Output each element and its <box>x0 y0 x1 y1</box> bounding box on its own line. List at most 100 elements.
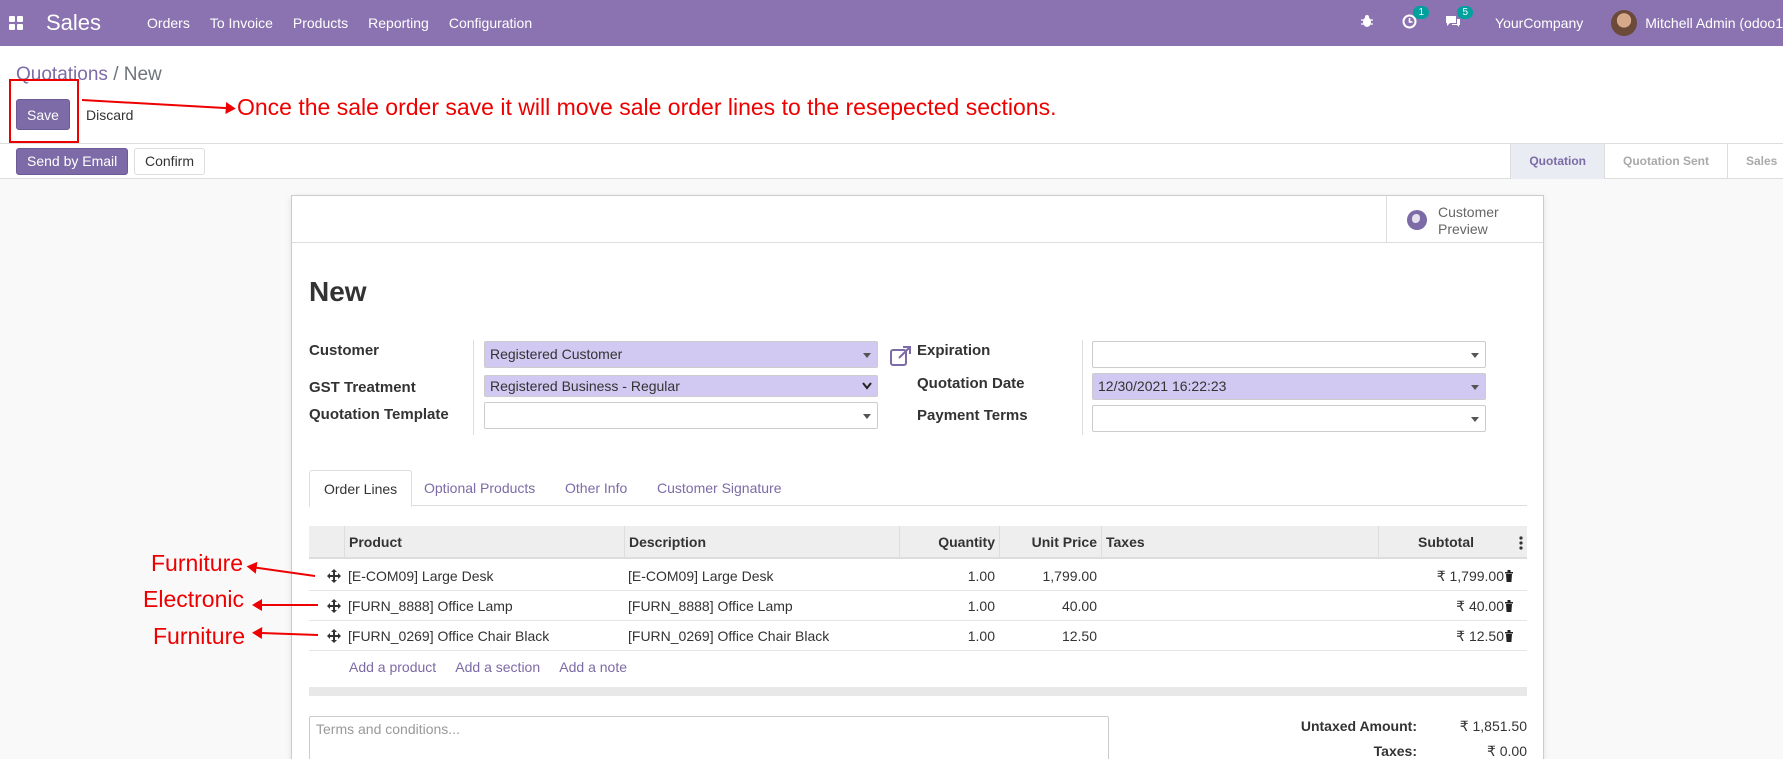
row-quantity[interactable]: 1.00 <box>899 591 999 621</box>
form-sheet: Customer Preview New Customer GST Treatm… <box>291 195 1544 759</box>
expiration-label: Expiration <box>917 342 991 359</box>
save-highlight-box <box>9 79 79 143</box>
add-section-link[interactable]: Add a section <box>455 659 540 675</box>
row-subtotal: ₹ 12.50 <box>1456 628 1504 644</box>
row-description[interactable]: [FURN_8888] Office Lamp <box>624 591 797 621</box>
row-quantity[interactable]: 1.00 <box>899 621 999 651</box>
quotation-date-field[interactable]: 12/30/2021 16:22:23 <box>1092 373 1486 400</box>
menu-to-invoice[interactable]: To Invoice <box>210 15 273 31</box>
drag-handle-icon[interactable] <box>327 569 341 583</box>
col-quantity[interactable]: Quantity <box>899 526 999 559</box>
col-subtotal[interactable]: Subtotal <box>1378 526 1478 559</box>
row-quantity[interactable]: 1.00 <box>899 561 999 591</box>
quotation-date-value: 12/30/2021 16:22:23 <box>1098 378 1227 394</box>
tab-customer-signature[interactable]: Customer Signature <box>643 470 796 507</box>
table-row[interactable]: [FURN_8888] Office Lamp [FURN_8888] Offi… <box>309 591 1527 621</box>
chevron-down-icon <box>1471 353 1479 358</box>
confirm-button[interactable]: Confirm <box>134 148 206 175</box>
trash-icon[interactable] <box>1504 630 1514 642</box>
user-avatar[interactable] <box>1611 10 1638 36</box>
customer-preview-label: Customer Preview <box>1438 204 1499 238</box>
notebook-tabs: Order Lines Optional Products Other Info… <box>309 470 1527 507</box>
row-description[interactable]: [FURN_0269] Office Chair Black <box>624 621 833 651</box>
activity-clock-icon[interactable]: 1 <box>1402 5 1430 33</box>
field-separator-left <box>473 340 474 435</box>
chevron-down-icon <box>863 353 871 358</box>
stage-quotation[interactable]: Quotation <box>1510 144 1604 179</box>
customer-field[interactable]: Registered Customer <box>484 341 878 368</box>
col-unit-price[interactable]: Unit Price <box>999 526 1101 559</box>
menu-orders[interactable]: Orders <box>147 15 190 31</box>
tab-order-lines[interactable]: Order Lines <box>309 470 413 507</box>
gst-treatment-value: Registered Business - Regular <box>490 378 680 394</box>
row-description[interactable]: [E-COM09] Large Desk <box>624 561 778 591</box>
tab-other-info[interactable]: Other Info <box>551 470 641 507</box>
company-switcher[interactable]: YourCompany <box>1495 15 1583 31</box>
row-product[interactable]: [E-COM09] Large Desk <box>344 561 498 591</box>
customer-preview-button[interactable]: Customer Preview <box>1386 196 1543 243</box>
table-header: Product Description Quantity Unit Price … <box>309 526 1527 559</box>
stage-pipeline: Quotation Quotation Sent Sales <box>1510 144 1783 179</box>
drag-handle-icon[interactable] <box>327 629 341 643</box>
add-line-links: Add a product Add a section Add a note <box>349 659 643 675</box>
apps-menu-icon[interactable] <box>8 15 24 31</box>
col-description[interactable]: Description <box>624 526 899 559</box>
trash-icon[interactable] <box>1504 600 1514 612</box>
annotation-row1: Furniture <box>151 550 244 576</box>
optional-columns-icon[interactable] <box>1519 536 1523 550</box>
terms-and-conditions-field[interactable]: Terms and conditions... <box>309 716 1109 759</box>
top-navbar: Sales Orders To Invoice Products Reporti… <box>0 0 1783 46</box>
menu-configuration[interactable]: Configuration <box>449 15 532 31</box>
menu-reporting[interactable]: Reporting <box>368 15 429 31</box>
user-menu[interactable]: Mitchell Admin (odoo1 <box>1645 15 1783 31</box>
chevron-down-icon <box>1471 385 1479 390</box>
taxes-value: ₹ 0.00 <box>1486 743 1527 759</box>
menu-products[interactable]: Products <box>293 15 348 31</box>
quotation-date-label: Quotation Date <box>917 375 1025 392</box>
gst-treatment-select[interactable]: Registered Business - Regular <box>484 375 878 397</box>
payment-terms-label: Payment Terms <box>917 407 1028 424</box>
table-row[interactable]: [FURN_0269] Office Chair Black [FURN_026… <box>309 621 1527 651</box>
table-row[interactable]: [E-COM09] Large Desk [E-COM09] Large Des… <box>309 561 1527 591</box>
stage-sales[interactable]: Sales <box>1727 144 1783 179</box>
customer-value: Registered Customer <box>490 346 623 362</box>
chevron-down-icon <box>1471 417 1479 422</box>
col-product[interactable]: Product <box>344 526 624 559</box>
row-product[interactable]: [FURN_8888] Office Lamp <box>344 591 517 621</box>
chevron-down-icon <box>863 414 871 419</box>
totals-summary: Untaxed Amount: ₹ 1,851.50 Taxes: ₹ 0.00 <box>1267 718 1527 759</box>
send-by-email-button[interactable]: Send by Email <box>16 148 129 175</box>
col-taxes[interactable]: Taxes <box>1101 526 1378 559</box>
annotation-arrow-row2 <box>254 604 318 606</box>
stage-quotation-sent[interactable]: Quotation Sent <box>1604 144 1727 179</box>
row-subtotal: ₹ 40.00 <box>1456 598 1504 614</box>
taxes-label: Taxes: <box>1373 743 1417 759</box>
messages-badge: 5 <box>1457 6 1474 19</box>
app-name[interactable]: Sales <box>46 10 101 36</box>
messages-icon[interactable]: 5 <box>1445 6 1474 32</box>
preview-line2: Preview <box>1438 221 1488 237</box>
drag-handle-icon[interactable] <box>327 599 341 613</box>
expiration-field[interactable] <box>1092 341 1486 368</box>
row-unit-price[interactable]: 12.50 <box>999 621 1101 651</box>
chevron-down-icon <box>862 382 872 390</box>
trash-icon[interactable] <box>1504 570 1514 582</box>
row-product[interactable]: [FURN_0269] Office Chair Black <box>344 621 553 651</box>
breadcrumb-separator: / <box>113 64 119 85</box>
external-link-icon[interactable] <box>889 344 913 368</box>
status-bar: Send by Email Confirm Quotation Quotatio… <box>0 144 1783 179</box>
customer-label: Customer <box>309 342 380 359</box>
field-separator-right <box>1082 340 1083 435</box>
debug-bug-icon[interactable] <box>1360 14 1374 32</box>
add-product-link[interactable]: Add a product <box>349 659 436 675</box>
untaxed-amount-label: Untaxed Amount: <box>1300 718 1417 734</box>
row-unit-price[interactable]: 40.00 <box>999 591 1101 621</box>
add-note-link[interactable]: Add a note <box>559 659 627 675</box>
payment-terms-field[interactable] <box>1092 405 1486 432</box>
row-unit-price[interactable]: 1,799.00 <box>999 561 1101 591</box>
annotation-row2: Electronic <box>143 586 244 612</box>
preview-line1: Customer <box>1438 204 1499 220</box>
row-subtotal: ₹ 1,799.00 <box>1436 568 1504 584</box>
quotation-template-field[interactable] <box>484 402 878 429</box>
tab-optional-products[interactable]: Optional Products <box>410 470 549 507</box>
